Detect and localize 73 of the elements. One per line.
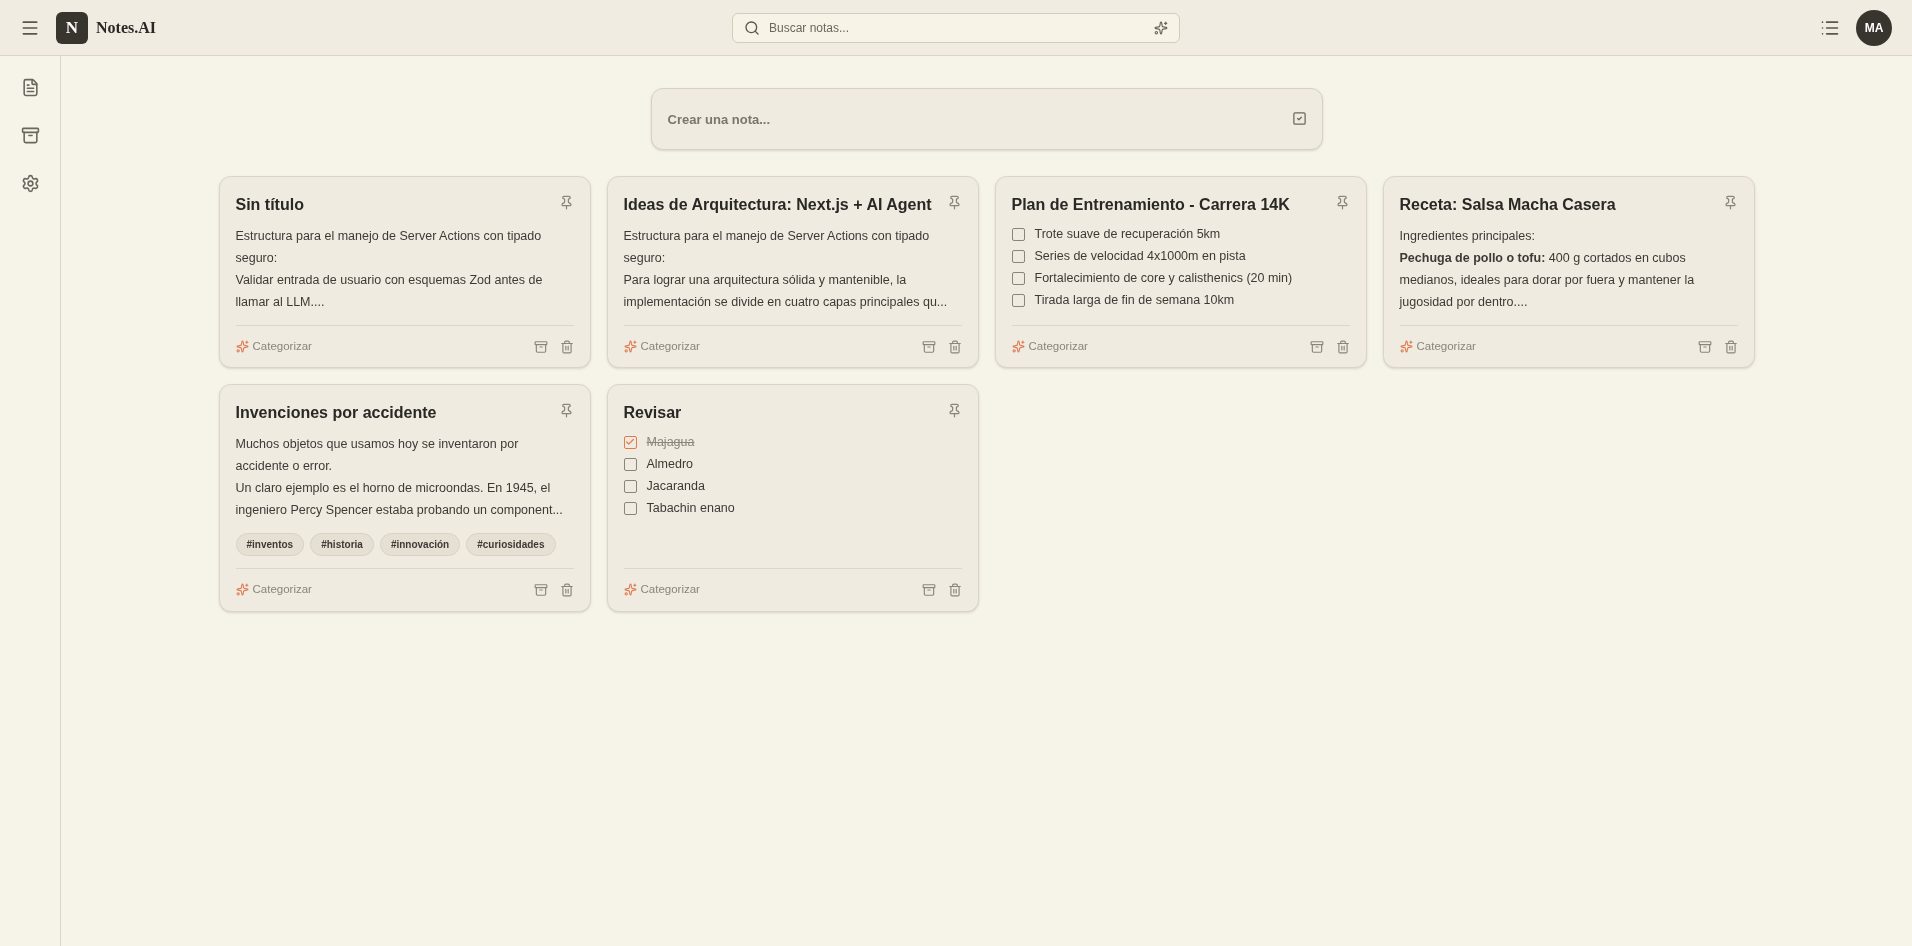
search-icon xyxy=(744,19,760,36)
checklist-item: Jacaranda xyxy=(646,477,705,495)
note-card[interactable]: Plan de Entrenamiento - Carrera 14K Trote suave de recuperación 5km Series de velocidad 4x1000m en pista Fortalecimiento de core y calisthenics (20 min) Tirada larga de fin de semana 10km Categorizar xyxy=(994,176,1367,369)
note-text: Pechuga de pollo o tofu: 400 g cortados en cubos medianos, ideales para dorar por fuera y mantener la jugosidad por dentro.... xyxy=(1399,250,1696,311)
note-text: Para lograr una arquitectura sólida y mantenible, la implementación se divide en cuatro capas principales qu... xyxy=(623,272,949,311)
checklist-item: Majagua xyxy=(646,433,695,451)
trash-icon[interactable] xyxy=(559,582,574,597)
checkbox[interactable] xyxy=(1011,249,1025,263)
archive-icon[interactable] xyxy=(1309,339,1324,354)
sparkle-icon xyxy=(623,583,637,597)
trash-icon[interactable] xyxy=(947,582,962,597)
checklist-item: Almedro xyxy=(646,455,694,473)
tag-chip[interactable]: #curiosidades xyxy=(466,533,556,557)
trash-icon[interactable] xyxy=(1723,339,1738,354)
pin-icon[interactable] xyxy=(558,403,574,419)
pin-icon[interactable] xyxy=(1722,195,1738,210)
sparkle-icon[interactable] xyxy=(1154,20,1168,35)
logo: N xyxy=(56,11,88,44)
note-title: Sin título xyxy=(235,195,304,215)
archive-icon[interactable] xyxy=(533,339,548,354)
pin-icon[interactable] xyxy=(1334,195,1350,210)
note-card[interactable]: Sin título Estructura para el manejo de Server Actions con tipado seguro: Validar entrada de usuario con esquemas Zod antes de llamar al LLM.... Categorizar xyxy=(218,176,591,369)
checkbox[interactable] xyxy=(1011,271,1025,285)
sparkle-icon xyxy=(623,340,637,354)
archive-icon[interactable] xyxy=(921,582,936,597)
note-text: Estructura para el manejo de Server Actions con tipado seguro: xyxy=(623,228,931,267)
note-text: Validar entrada de usuario con esquemas Zod antes de llamar al LLM.... xyxy=(235,272,544,311)
note-title: Invenciones por accidente xyxy=(235,403,437,424)
checkbox[interactable] xyxy=(623,435,637,449)
archive-icon[interactable] xyxy=(921,339,936,354)
sparkle-icon xyxy=(1399,340,1413,354)
note-card[interactable] xyxy=(606,176,979,369)
sparkle-icon xyxy=(235,583,249,597)
checklist-item: Trote suave de recuperación 5km xyxy=(1034,225,1221,243)
checkbox[interactable] xyxy=(1011,227,1025,241)
checkbox[interactable] xyxy=(623,479,637,493)
app-name: Notes.AI xyxy=(96,17,156,38)
checkbox[interactable] xyxy=(1011,293,1025,307)
checklist-item: Series de velocidad 4x1000m en pista xyxy=(1034,247,1246,265)
note-card[interactable]: Revisar Majagua Almedro Jacaranda Tabachin enano Categorizar xyxy=(606,384,979,612)
archive-icon[interactable] xyxy=(533,582,548,597)
sparkle-icon xyxy=(1011,340,1025,354)
note-title: Receta: Salsa Macha Casera xyxy=(1399,195,1616,215)
note-text: Muchos objetos que usamos hoy se inventaron por accidente o error. xyxy=(235,436,520,476)
trash-icon[interactable] xyxy=(1335,339,1350,354)
note-text: Estructura para el manejo de Server Actions con tipado seguro: xyxy=(235,228,543,267)
trash-icon[interactable] xyxy=(559,339,574,354)
checkbox[interactable] xyxy=(623,501,637,515)
tag-chip[interactable]: #innovación xyxy=(379,533,461,557)
tag-chip[interactable]: #historia xyxy=(310,533,374,557)
note-title: Plan de Entrenamiento - Carrera 14K xyxy=(1011,195,1290,215)
search-field[interactable]: Buscar notas... xyxy=(732,12,1180,43)
checklist-icon[interactable] xyxy=(1291,111,1307,126)
archive-icon[interactable] xyxy=(1697,339,1712,354)
trash-icon[interactable] xyxy=(947,339,962,354)
note-title: Revisar xyxy=(623,403,682,424)
sparkle-icon xyxy=(235,340,249,354)
pin-icon[interactable] xyxy=(946,403,962,419)
checklist-item: Tirada larga de fin de semana 10km xyxy=(1034,291,1235,309)
note-text: Un claro ejemplo es el horno de microondas. En 1945, el ingeniero Percy Spencer estaba probando un component... xyxy=(235,480,564,520)
checkbox[interactable] xyxy=(623,457,637,471)
check-icon xyxy=(625,437,635,448)
pin-icon[interactable] xyxy=(558,195,574,210)
note-card[interactable]: Receta: Salsa Macha Casera Ingredientes principales: Pechuga de pollo o tofu: 400 g cortados en cubos medianos, ideales para dorar por fuera y mantener la jugosidad por dentro.... Categorizar xyxy=(1382,176,1755,369)
note-text: Ingredientes principales: xyxy=(1399,228,1536,245)
note-title: Ideas de Arquitectura: Next.js + AI Agent xyxy=(623,195,932,215)
checklist-item: Tabachin enano xyxy=(646,499,735,517)
create-note-field[interactable]: Crear una nota... xyxy=(650,88,1323,150)
pin-icon[interactable] xyxy=(946,195,962,210)
avatar[interactable]: MA xyxy=(1856,9,1892,46)
note-card[interactable] xyxy=(218,384,591,612)
checklist-item: Fortalecimiento de core y calisthenics (20 min) xyxy=(1034,269,1293,287)
tag-chip[interactable]: #inventos xyxy=(235,533,305,557)
